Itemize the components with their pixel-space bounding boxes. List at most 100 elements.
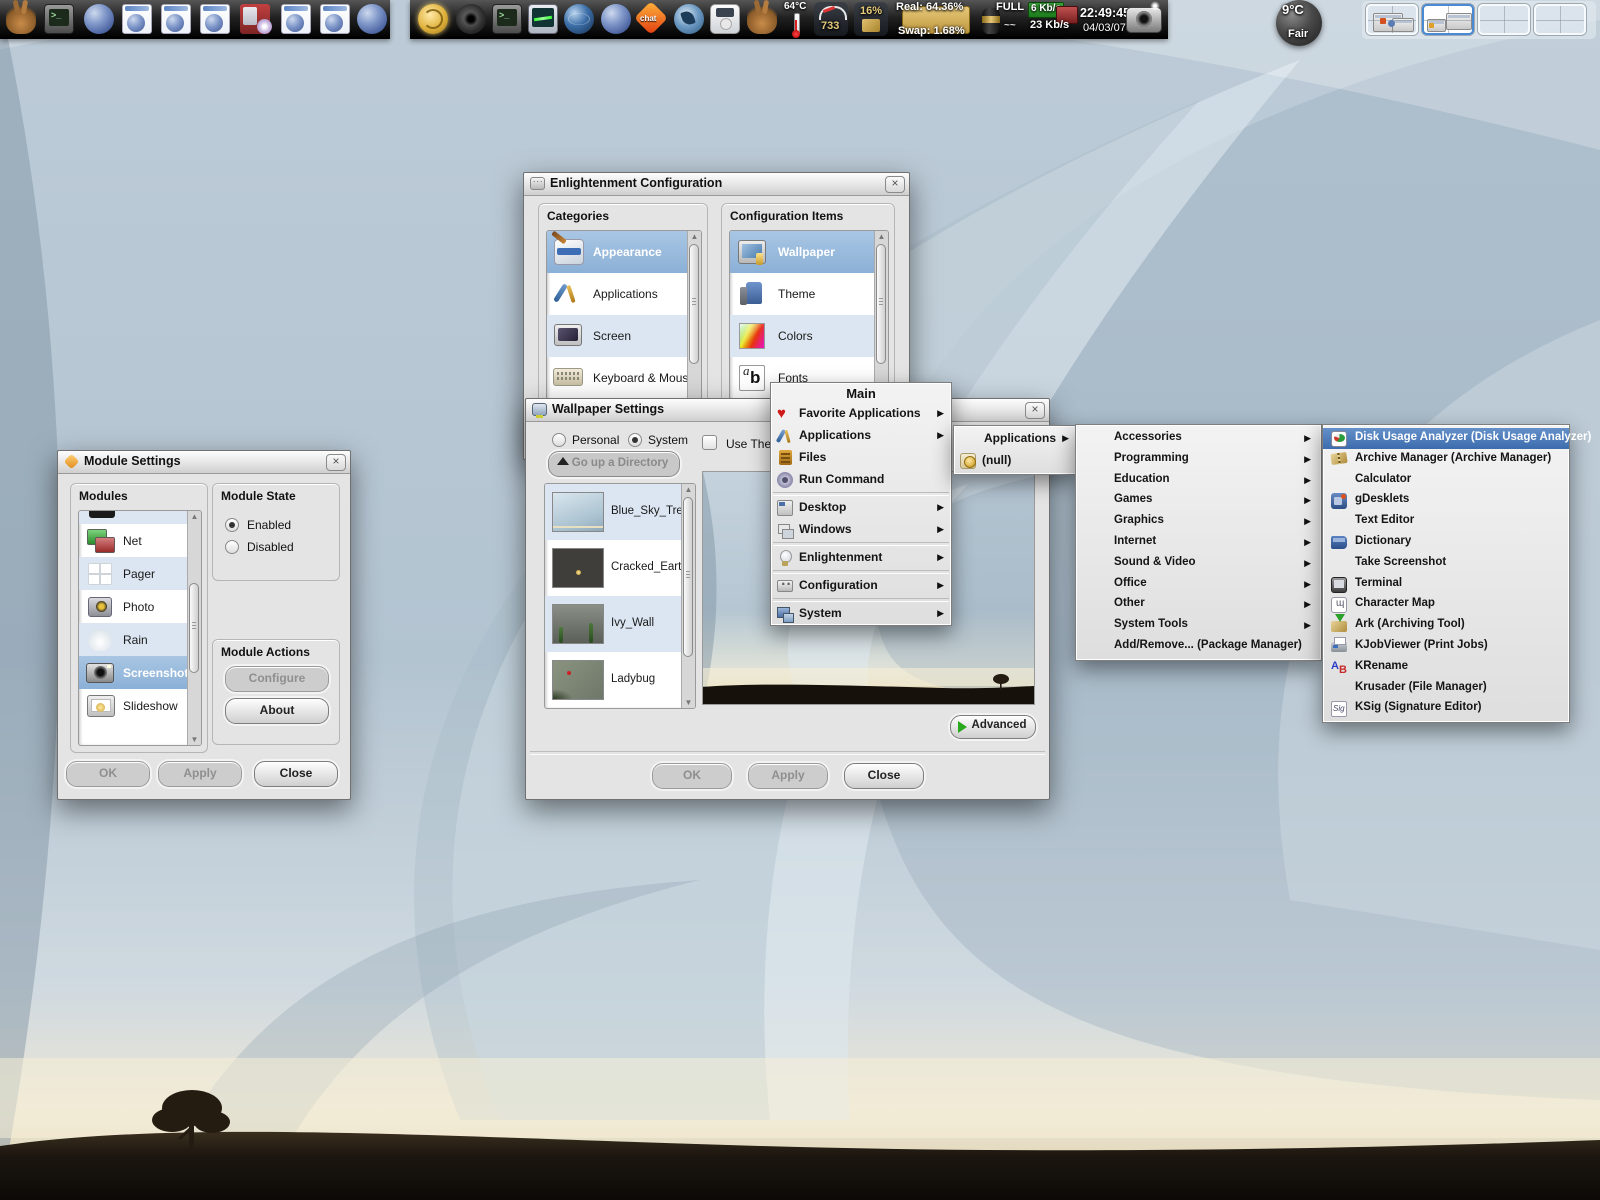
web-file-icon[interactable] <box>161 4 191 34</box>
list-item-applications[interactable]: Applications <box>547 273 688 315</box>
package-cd-icon[interactable] <box>240 4 270 34</box>
pager-desktop-1[interactable] <box>1366 4 1418 35</box>
menu-item-dictionary[interactable]: Dictionary <box>1323 532 1569 553</box>
terminal-icon[interactable] <box>44 4 74 34</box>
about-button[interactable]: About <box>225 698 329 724</box>
list-item-photo[interactable]: Photo <box>79 590 188 623</box>
menu-item-accessories[interactable]: Accessories <box>1076 428 1321 449</box>
apply-button[interactable]: Apply <box>748 763 828 789</box>
music-player-icon[interactable] <box>710 4 740 34</box>
ok-button[interactable]: OK <box>66 761 150 787</box>
menu-item-configuration[interactable]: Configuration <box>771 575 951 597</box>
list-item-screenshot[interactable]: Screenshot <box>79 656 188 689</box>
temperature-gadget[interactable]: 64°C <box>782 0 812 38</box>
menu-item-internet[interactable]: Internet <box>1076 532 1321 553</box>
web-file-icon[interactable] <box>122 4 152 34</box>
ok-button[interactable]: OK <box>652 763 732 789</box>
menu-item-graphics[interactable]: Graphics <box>1076 511 1321 532</box>
list-item-ladybug[interactable]: Ladybug <box>545 652 682 708</box>
menu-item-applications[interactable]: Applications <box>954 428 1076 450</box>
menu-item-ark[interactable]: Ark (Archiving Tool) <box>1323 615 1569 636</box>
scroll-up-icon[interactable] <box>189 511 200 522</box>
menu-item-run-command[interactable]: Run Command <box>771 469 951 491</box>
scroll-thumb[interactable] <box>689 244 699 364</box>
network-gadget[interactable]: 6 Kb/s 23 Kb/s <box>1026 0 1078 38</box>
menu-item-enlightenment[interactable]: Enlightenment <box>771 547 951 569</box>
cpu-frequency-gadget[interactable]: 733 <box>814 2 848 36</box>
scroll-down-icon[interactable] <box>189 734 200 745</box>
weather-gadget[interactable]: 9°C Fair <box>1270 0 1330 44</box>
list-item-keyboard-mouse[interactable]: Keyboard & Mouse <box>547 357 688 399</box>
scrollbar[interactable] <box>681 484 695 708</box>
list-item-screen[interactable]: Screen <box>547 315 688 357</box>
menu-item-terminal[interactable]: Terminal <box>1323 574 1569 595</box>
list-item-net[interactable]: Net <box>79 524 188 557</box>
pager-desktop-4[interactable] <box>1534 4 1586 35</box>
scroll-up-icon[interactable] <box>689 231 700 242</box>
scroll-down-icon[interactable] <box>683 697 694 708</box>
menu-item-office[interactable]: Office <box>1076 574 1321 595</box>
list-item-wallpaper[interactable]: Wallpaper <box>730 231 875 273</box>
titlebar[interactable]: Module Settings <box>58 451 350 474</box>
list-item-cracked-earth[interactable]: Cracked_Earth <box>545 540 682 596</box>
menu-item-applications[interactable]: Applications <box>771 425 951 447</box>
cpu-load-gadget[interactable]: 16% <box>854 2 888 36</box>
menu-item-character-map[interactable]: Character Map <box>1323 594 1569 615</box>
mascot-icon[interactable] <box>6 4 36 34</box>
list-item-rain[interactable]: Rain <box>79 623 188 656</box>
terminal-icon[interactable] <box>492 4 522 34</box>
menu-item-null[interactable]: (null) <box>954 450 1076 472</box>
list-item-ivy-wall[interactable]: Ivy_Wall <box>545 596 682 652</box>
list-item-colors[interactable]: Colors <box>730 315 875 357</box>
pager-desktop-2-active[interactable] <box>1422 4 1474 35</box>
close-button[interactable] <box>1025 402 1045 419</box>
screenshot-gadget[interactable] <box>1124 1 1164 37</box>
menu-item-windows[interactable]: Windows <box>771 519 951 541</box>
menu-item-favorite-applications[interactable]: Favorite Applications <box>771 403 951 425</box>
list-item-theme[interactable]: Theme <box>730 273 875 315</box>
scroll-thumb[interactable] <box>683 497 693 657</box>
disabled-radio[interactable] <box>225 540 239 554</box>
scroll-thumb[interactable] <box>189 583 199 673</box>
web-file-icon[interactable] <box>320 4 350 34</box>
menu-item-calculator[interactable]: Calculator <box>1323 470 1569 491</box>
list-item-blue-sky-tree[interactable]: Blue_Sky_Tree <box>545 484 682 540</box>
menu-item-programming[interactable]: Programming <box>1076 449 1321 470</box>
menu-item-system[interactable]: System <box>771 603 951 625</box>
menu-item-take-screenshot[interactable]: Take Screenshot <box>1323 553 1569 574</box>
list-item-partial[interactable] <box>79 511 188 524</box>
close-button[interactable]: Close <box>844 763 924 789</box>
menu-item-education[interactable]: Education <box>1076 470 1321 491</box>
menu-item-other[interactable]: Other <box>1076 594 1321 615</box>
list-item-pager[interactable]: Pager <box>79 557 188 590</box>
globe-icon[interactable] <box>601 4 631 34</box>
globe-icon[interactable] <box>84 4 114 34</box>
close-button[interactable] <box>326 454 346 471</box>
globe-icon[interactable] <box>357 4 387 34</box>
titlebar[interactable]: Enlightenment Configuration <box>524 173 909 196</box>
menu-item-archive-manager[interactable]: Archive Manager (Archive Manager) <box>1323 449 1569 470</box>
menu-item-games[interactable]: Games <box>1076 490 1321 511</box>
menu-item-disk-usage-analyzer[interactable]: Disk Usage Analyzer (Disk Usage Analyzer… <box>1323 428 1569 449</box>
use-theme-checkbox[interactable] <box>702 435 717 450</box>
scroll-up-icon[interactable] <box>683 484 694 495</box>
scroll-thumb[interactable] <box>876 244 886 364</box>
enabled-radio[interactable] <box>225 518 239 532</box>
menu-item-desktop[interactable]: Desktop <box>771 497 951 519</box>
emblem-icon[interactable] <box>418 4 448 34</box>
menu-item-system-tools[interactable]: System Tools <box>1076 615 1321 636</box>
monitor-graph-icon[interactable] <box>528 4 558 34</box>
advanced-button[interactable]: Advanced <box>950 715 1036 739</box>
close-button[interactable]: Close <box>254 761 338 787</box>
mascot-icon[interactable] <box>747 4 777 34</box>
scrollbar[interactable] <box>187 511 201 745</box>
menu-item-krename[interactable]: KRename <box>1323 657 1569 678</box>
menu-item-ksig[interactable]: KSig (Signature Editor) <box>1323 698 1569 719</box>
close-button[interactable] <box>885 176 905 193</box>
configure-button[interactable]: Configure <box>225 666 329 692</box>
speaker-icon[interactable] <box>456 4 486 34</box>
memory-gadget[interactable]: Real: 64.36% Swap: 1.68% <box>894 0 976 38</box>
scroll-up-icon[interactable] <box>876 231 887 242</box>
web-file-icon[interactable] <box>200 4 230 34</box>
pager-desktop-3[interactable] <box>1478 4 1530 35</box>
